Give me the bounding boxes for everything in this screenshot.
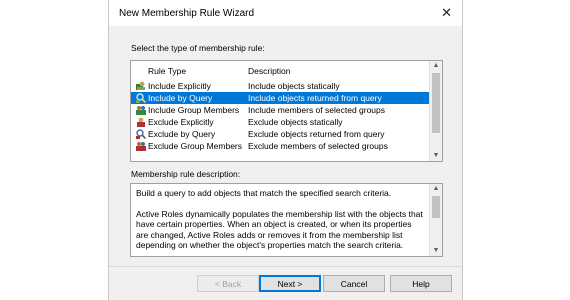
rule-type-name: Include Group Members	[148, 105, 240, 115]
list-header: Rule Type Description	[131, 61, 429, 77]
list-item[interactable]: Include Explicitly Include objects stati…	[131, 80, 429, 92]
list-item[interactable]: Exclude Group Members Exclude members of…	[131, 140, 429, 152]
scroll-down-icon[interactable]: ▼	[430, 151, 442, 161]
scroll-thumb[interactable]	[432, 196, 440, 218]
rule-type-name: Exclude by Query	[148, 129, 216, 139]
column-header-description[interactable]: Description	[248, 66, 291, 76]
rule-type-name: Include by Query	[148, 93, 213, 103]
back-button[interactable]: < Back	[197, 275, 259, 292]
exclude-explicit-icon	[137, 117, 145, 127]
rule-type-prompt: Select the type of membership rule:	[131, 43, 265, 53]
include-explicit-icon	[136, 81, 145, 90]
exclude-group-icon	[136, 142, 146, 151]
rule-type-description: Exclude objects returned from query	[248, 129, 385, 139]
include-group-icon	[136, 106, 146, 115]
rule-type-name: Include Explicitly	[148, 81, 211, 91]
title-bar: New Membership Rule Wizard ✕	[109, 0, 462, 26]
help-button[interactable]: Help	[390, 275, 452, 292]
wizard-body: Select the type of membership rule: Rule…	[109, 26, 462, 266]
rule-description-box[interactable]: Build a query to add objects that match …	[130, 183, 443, 257]
wizard-footer: < Back Next > Cancel Help	[109, 267, 462, 300]
rule-type-name: Exclude Group Members	[148, 141, 243, 151]
list-scrollbar[interactable]: ▲ ▼	[429, 61, 442, 161]
exclude-query-icon	[136, 129, 146, 139]
list-item[interactable]: Exclude by Query Exclude objects returne…	[131, 128, 429, 140]
list-item[interactable]: Include by Query Include objects returne…	[131, 92, 429, 104]
rule-type-description: Include objects statically	[248, 81, 340, 91]
membership-rule-wizard-dialog: New Membership Rule Wizard ✕ Select the …	[108, 0, 463, 300]
rule-description-text: Build a query to add objects that match …	[136, 188, 426, 256]
rule-type-description: Exclude objects statically	[248, 117, 343, 127]
description-scrollbar[interactable]: ▲ ▼	[429, 184, 442, 256]
rule-type-name: Exclude Explicitly	[148, 117, 214, 127]
include-query-icon	[136, 93, 146, 103]
scroll-thumb[interactable]	[432, 73, 440, 133]
description-paragraph: Build a query to add objects that match …	[136, 188, 392, 198]
cancel-button[interactable]: Cancel	[323, 275, 385, 292]
list-item[interactable]: Include Group Members Include members of…	[131, 104, 429, 116]
column-header-rule-type[interactable]: Rule Type	[148, 66, 186, 76]
rule-description-label: Membership rule description:	[131, 169, 241, 179]
rule-type-description: Include members of selected groups	[248, 105, 386, 115]
rule-type-description: Exclude members of selected groups	[248, 141, 388, 151]
description-paragraph: Active Roles dynamically populates the m…	[136, 208, 423, 251]
scroll-up-icon[interactable]: ▲	[430, 61, 442, 71]
list-item[interactable]: Exclude Explicitly Exclude objects stati…	[131, 116, 429, 128]
scroll-down-icon[interactable]: ▼	[430, 246, 442, 256]
rule-type-description: Include objects returned from query	[248, 93, 382, 103]
next-button[interactable]: Next >	[259, 275, 321, 292]
window-title: New Membership Rule Wizard	[119, 8, 255, 19]
rule-type-list[interactable]: Rule Type Description Include Explicitly…	[130, 60, 443, 162]
scroll-up-icon[interactable]: ▲	[430, 184, 442, 194]
close-icon[interactable]: ✕	[441, 5, 452, 21]
